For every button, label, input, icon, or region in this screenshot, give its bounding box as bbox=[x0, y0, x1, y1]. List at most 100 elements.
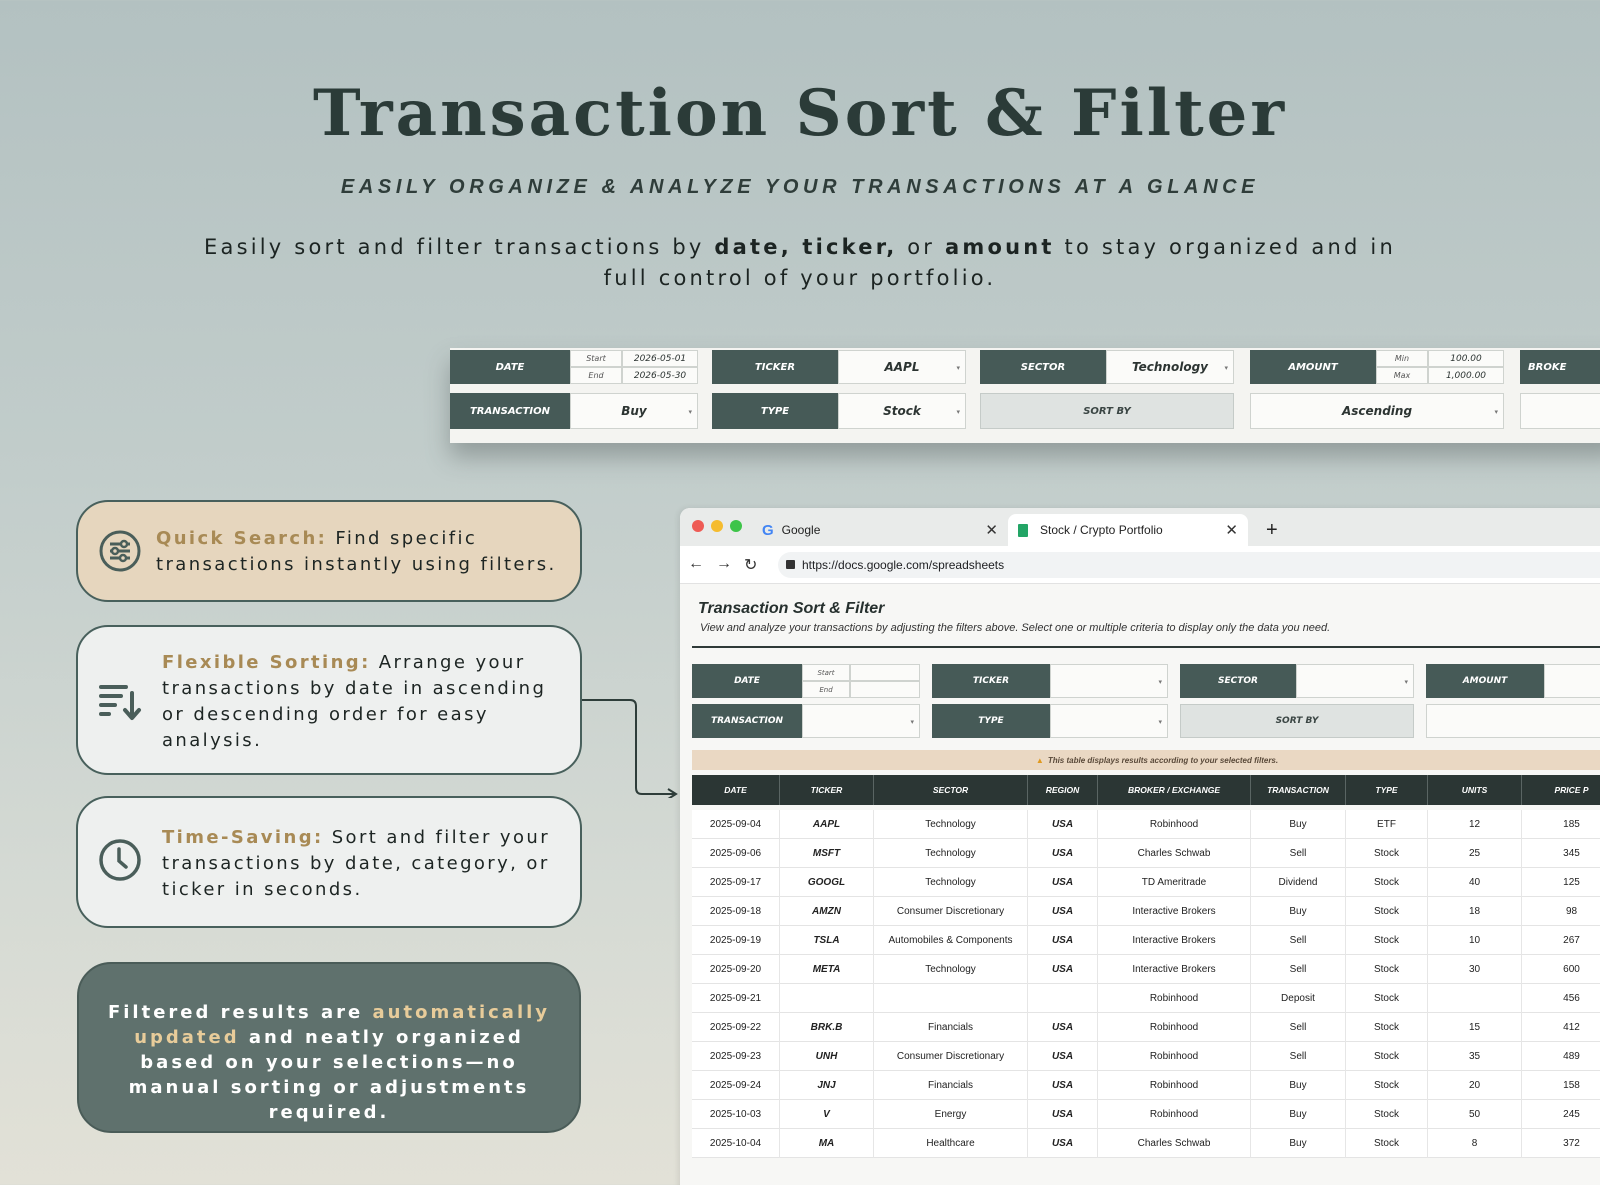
table-cell[interactable]: USA bbox=[1028, 1100, 1098, 1129]
table-cell[interactable]: 245 bbox=[1522, 1100, 1600, 1129]
sheet-start-input[interactable] bbox=[850, 664, 920, 681]
table-cell[interactable]: 20 bbox=[1428, 1071, 1522, 1100]
column-header[interactable]: TICKER bbox=[780, 775, 874, 805]
table-cell[interactable]: 2025-09-04 bbox=[692, 810, 780, 839]
url-input[interactable]: https://docs.google.com/spreadsheets bbox=[778, 552, 1600, 578]
table-cell[interactable]: Buy bbox=[1251, 810, 1346, 839]
table-cell[interactable]: Sell bbox=[1251, 1042, 1346, 1071]
column-header[interactable]: UNITS bbox=[1428, 775, 1522, 805]
table-cell[interactable]: 40 bbox=[1428, 868, 1522, 897]
table-cell[interactable]: MSFT bbox=[780, 839, 874, 868]
close-icon[interactable]: ✕ bbox=[985, 521, 998, 539]
table-row[interactable]: 2025-09-20 META Technology USA Interactive B… bbox=[692, 955, 1600, 984]
table-cell[interactable]: Dividend bbox=[1251, 868, 1346, 897]
sort-order-select[interactable]: Ascending ▾ bbox=[1250, 393, 1504, 429]
table-cell[interactable]: TSLA bbox=[780, 926, 874, 955]
table-cell[interactable]: Stock bbox=[1346, 868, 1428, 897]
table-cell[interactable]: 2025-09-17 bbox=[692, 868, 780, 897]
column-header[interactable]: TRANSACTION bbox=[1251, 775, 1346, 805]
table-cell[interactable]: Technology bbox=[874, 955, 1028, 984]
table-cell[interactable]: Technology bbox=[874, 839, 1028, 868]
table-cell[interactable]: 2025-09-20 bbox=[692, 955, 780, 984]
table-cell[interactable]: USA bbox=[1028, 1042, 1098, 1071]
table-cell[interactable]: Interactive Brokers bbox=[1098, 926, 1251, 955]
table-cell[interactable]: TD Ameritrade bbox=[1098, 868, 1251, 897]
table-cell[interactable]: 2025-09-06 bbox=[692, 839, 780, 868]
table-cell[interactable]: Robinhood bbox=[1098, 810, 1251, 839]
sheet-type-select[interactable]: ▾ bbox=[1050, 704, 1168, 738]
table-cell[interactable]: JNJ bbox=[780, 1071, 874, 1100]
table-row[interactable]: 2025-09-24 JNJ Financials USA Robinhood Buy St… bbox=[692, 1071, 1600, 1100]
table-cell[interactable]: 412 bbox=[1522, 1013, 1600, 1042]
reload-icon[interactable]: ↻ bbox=[744, 555, 757, 575]
table-cell[interactable]: AAPL bbox=[780, 810, 874, 839]
minimize-window-button[interactable] bbox=[711, 520, 723, 532]
table-cell[interactable]: Technology bbox=[874, 810, 1028, 839]
table-cell[interactable]: Buy bbox=[1251, 897, 1346, 926]
new-tab-button[interactable]: + bbox=[1266, 514, 1286, 546]
table-cell[interactable]: 372 bbox=[1522, 1129, 1600, 1158]
table-cell[interactable]: Buy bbox=[1251, 1071, 1346, 1100]
table-cell[interactable]: GOOGL bbox=[780, 868, 874, 897]
table-row[interactable]: 2025-09-19 TSLA Automobiles & Components US… bbox=[692, 926, 1600, 955]
table-row[interactable]: 2025-09-17 GOOGL Technology USA TD Ameritrad… bbox=[692, 868, 1600, 897]
broker-select[interactable] bbox=[1520, 393, 1600, 429]
close-icon[interactable]: ✕ bbox=[1225, 521, 1238, 539]
table-cell[interactable]: Charles Schwab bbox=[1098, 1129, 1251, 1158]
table-cell[interactable]: ETF bbox=[1346, 810, 1428, 839]
table-cell[interactable]: USA bbox=[1028, 926, 1098, 955]
table-cell[interactable]: 2025-09-19 bbox=[692, 926, 780, 955]
table-cell[interactable]: Stock bbox=[1346, 839, 1428, 868]
table-cell[interactable]: Stock bbox=[1346, 1013, 1428, 1042]
table-cell[interactable]: 2025-09-18 bbox=[692, 897, 780, 926]
table-cell[interactable]: 267 bbox=[1522, 926, 1600, 955]
table-cell[interactable]: Robinhood bbox=[1098, 1042, 1251, 1071]
column-header[interactable]: TYPE bbox=[1346, 775, 1428, 805]
table-row[interactable]: 2025-10-03 V Energy USA Robinhood Buy Stock 50 2… bbox=[692, 1100, 1600, 1129]
table-cell[interactable]: Buy bbox=[1251, 1129, 1346, 1158]
table-cell[interactable] bbox=[1028, 984, 1098, 1013]
table-cell[interactable]: 25 bbox=[1428, 839, 1522, 868]
table-cell[interactable]: Sell bbox=[1251, 839, 1346, 868]
table-cell[interactable]: Robinhood bbox=[1098, 1013, 1251, 1042]
table-cell[interactable]: USA bbox=[1028, 1013, 1098, 1042]
back-icon[interactable]: ← bbox=[688, 555, 704, 573]
table-cell[interactable]: USA bbox=[1028, 1129, 1098, 1158]
table-cell[interactable]: Sell bbox=[1251, 1013, 1346, 1042]
table-cell[interactable]: 2025-09-24 bbox=[692, 1071, 780, 1100]
table-cell[interactable]: 600 bbox=[1522, 955, 1600, 984]
column-header[interactable]: BROKER / EXCHANGE bbox=[1098, 775, 1251, 805]
table-cell[interactable]: USA bbox=[1028, 1071, 1098, 1100]
table-row[interactable]: 2025-09-04 AAPL Technology USA Robinhood Buy E… bbox=[692, 810, 1600, 839]
table-cell[interactable]: Stock bbox=[1346, 955, 1428, 984]
table-cell[interactable]: USA bbox=[1028, 839, 1098, 868]
table-cell[interactable]: Sell bbox=[1251, 926, 1346, 955]
table-cell[interactable]: MA bbox=[780, 1129, 874, 1158]
table-cell[interactable]: Sell bbox=[1251, 955, 1346, 984]
table-cell[interactable]: Stock bbox=[1346, 984, 1428, 1013]
table-cell[interactable]: Financials bbox=[874, 1071, 1028, 1100]
table-cell[interactable]: Robinhood bbox=[1098, 1071, 1251, 1100]
table-cell[interactable]: Stock bbox=[1346, 1042, 1428, 1071]
table-cell[interactable]: Interactive Brokers bbox=[1098, 897, 1251, 926]
table-cell[interactable]: Robinhood bbox=[1098, 984, 1251, 1013]
table-cell[interactable]: USA bbox=[1028, 955, 1098, 984]
min-amount-input[interactable]: 100.00 bbox=[1428, 350, 1504, 367]
table-cell[interactable]: META bbox=[780, 955, 874, 984]
table-cell[interactable]: 50 bbox=[1428, 1100, 1522, 1129]
table-cell[interactable]: USA bbox=[1028, 897, 1098, 926]
table-cell[interactable]: 489 bbox=[1522, 1042, 1600, 1071]
table-cell[interactable]: Stock bbox=[1346, 1129, 1428, 1158]
table-cell[interactable]: USA bbox=[1028, 810, 1098, 839]
table-cell[interactable]: 456 bbox=[1522, 984, 1600, 1013]
table-cell[interactable]: 98 bbox=[1522, 897, 1600, 926]
table-cell[interactable] bbox=[780, 984, 874, 1013]
transaction-select[interactable]: Buy ▾ bbox=[570, 393, 698, 429]
table-cell[interactable]: Stock bbox=[1346, 926, 1428, 955]
tab-stock-portfolio[interactable]: Stock / Crypto Portfolio ✕ bbox=[1008, 514, 1248, 546]
table-cell[interactable] bbox=[874, 984, 1028, 1013]
table-cell[interactable]: Charles Schwab bbox=[1098, 839, 1251, 868]
table-cell[interactable]: Stock bbox=[1346, 897, 1428, 926]
table-cell[interactable]: Stock bbox=[1346, 1071, 1428, 1100]
max-amount-input[interactable]: 1,000.00 bbox=[1428, 367, 1504, 384]
